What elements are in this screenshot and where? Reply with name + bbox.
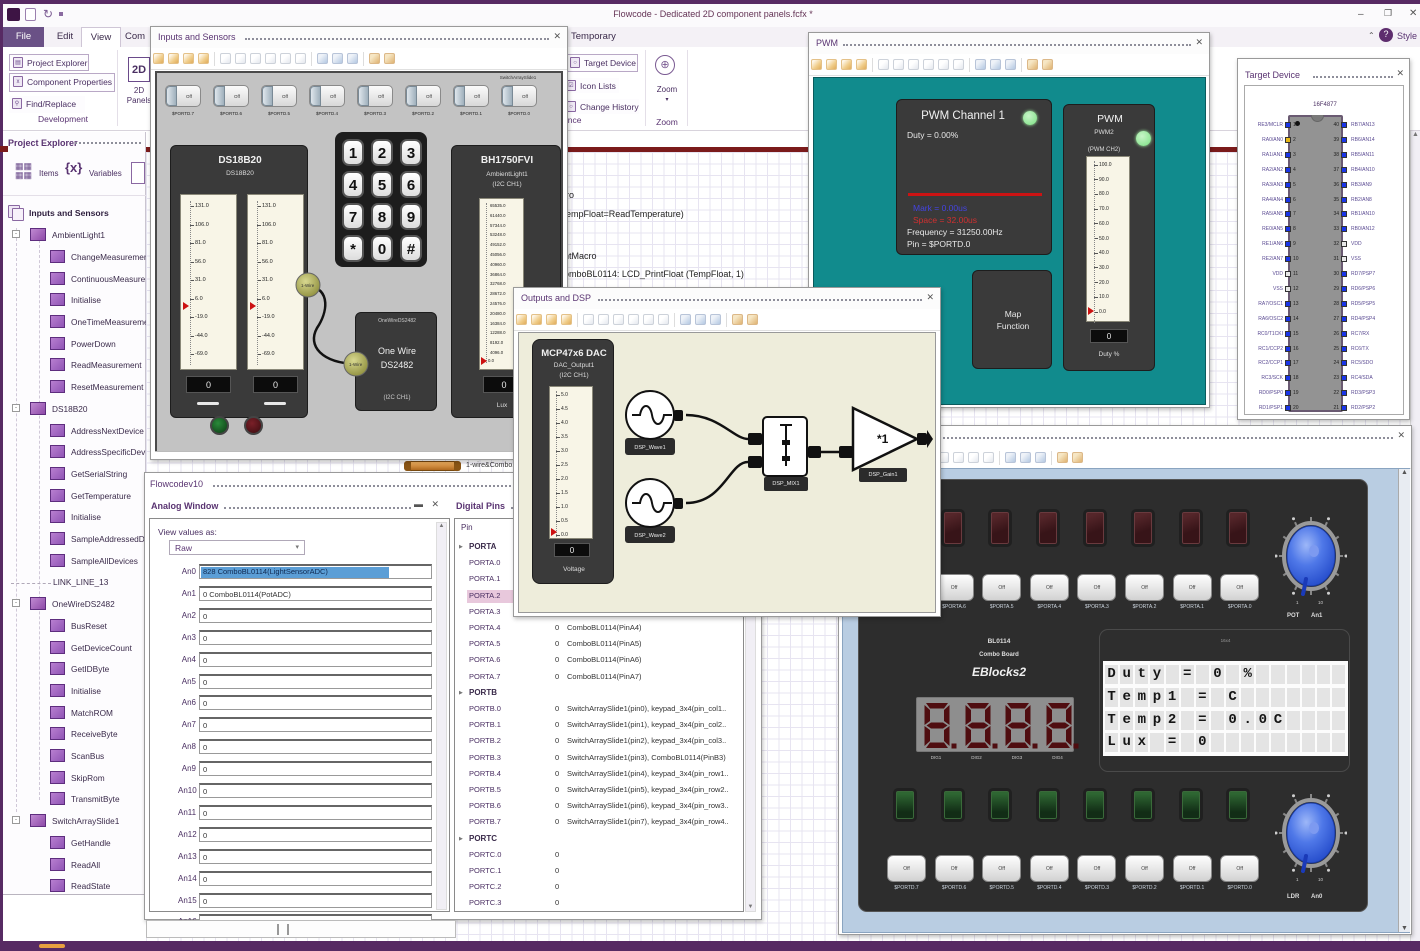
- svg-text:1-Wire: 1-Wire: [301, 283, 315, 288]
- svg-text:1-Wire: 1-Wire: [349, 362, 363, 367]
- svg-text:*1: *1: [877, 432, 889, 446]
